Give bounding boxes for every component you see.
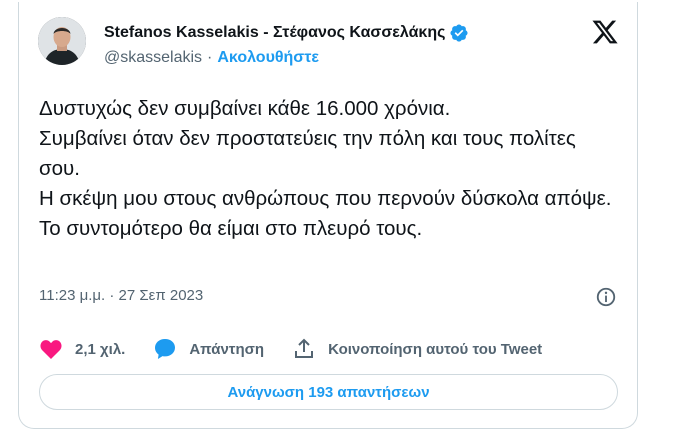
follow-button[interactable]: Ακολουθήστε [217, 49, 319, 67]
x-logo-icon[interactable] [590, 18, 620, 46]
read-replies-label: Ανάγνωση 193 απαντήσεων [227, 383, 430, 401]
author-row: Stefanos Kasselakis - Στέφανος Κασσελάκη… [104, 22, 469, 44]
read-replies-button[interactable]: Ανάγνωση 193 απαντήσεων [39, 374, 618, 410]
reply-button[interactable]: Απάντηση [153, 337, 264, 361]
like-button[interactable]: 2,1 χιλ. [39, 337, 125, 361]
handle-row: @skasselakis · Ακολουθήστε [104, 49, 319, 67]
tweet-text: Δυστυχώς δεν συμβαίνει κάθε 16.000 χρόνι… [39, 97, 612, 240]
heart-icon [40, 340, 62, 359]
tweet-timestamp[interactable]: 11:23 μ.μ. · 27 Σεπ 2023 [39, 287, 203, 304]
author-name[interactable]: Stefanos Kasselakis - Στέφανος Κασσελάκη… [104, 24, 445, 42]
verified-badge-icon [450, 24, 468, 42]
speech-bubble-icon [155, 339, 176, 359]
share-upload-icon [295, 338, 314, 358]
author-handle[interactable]: @skasselakis [104, 49, 202, 67]
separator: · [207, 49, 213, 66]
reply-label: Απάντηση [189, 340, 265, 358]
share-button[interactable]: Κοινοποίηση αυτού του Tweet [292, 337, 542, 361]
timestamp-text[interactable]: 11:23 μ.μ. · 27 Σεπ 2023 [39, 287, 203, 304]
avatar[interactable] [38, 17, 86, 65]
share-label: Κοινοποίηση αυτού του Tweet [328, 340, 543, 358]
tweet-card: Stefanos Kasselakis - Στέφανος Κασσελάκη… [18, 2, 638, 429]
info-icon[interactable] [595, 286, 617, 308]
avatar-photo [38, 17, 86, 65]
actions-bar: 2,1 χιλ. Απάντηση Κοινοποίηση αυτού του … [39, 335, 570, 363]
likes-count: 2,1 χιλ. [75, 340, 126, 358]
